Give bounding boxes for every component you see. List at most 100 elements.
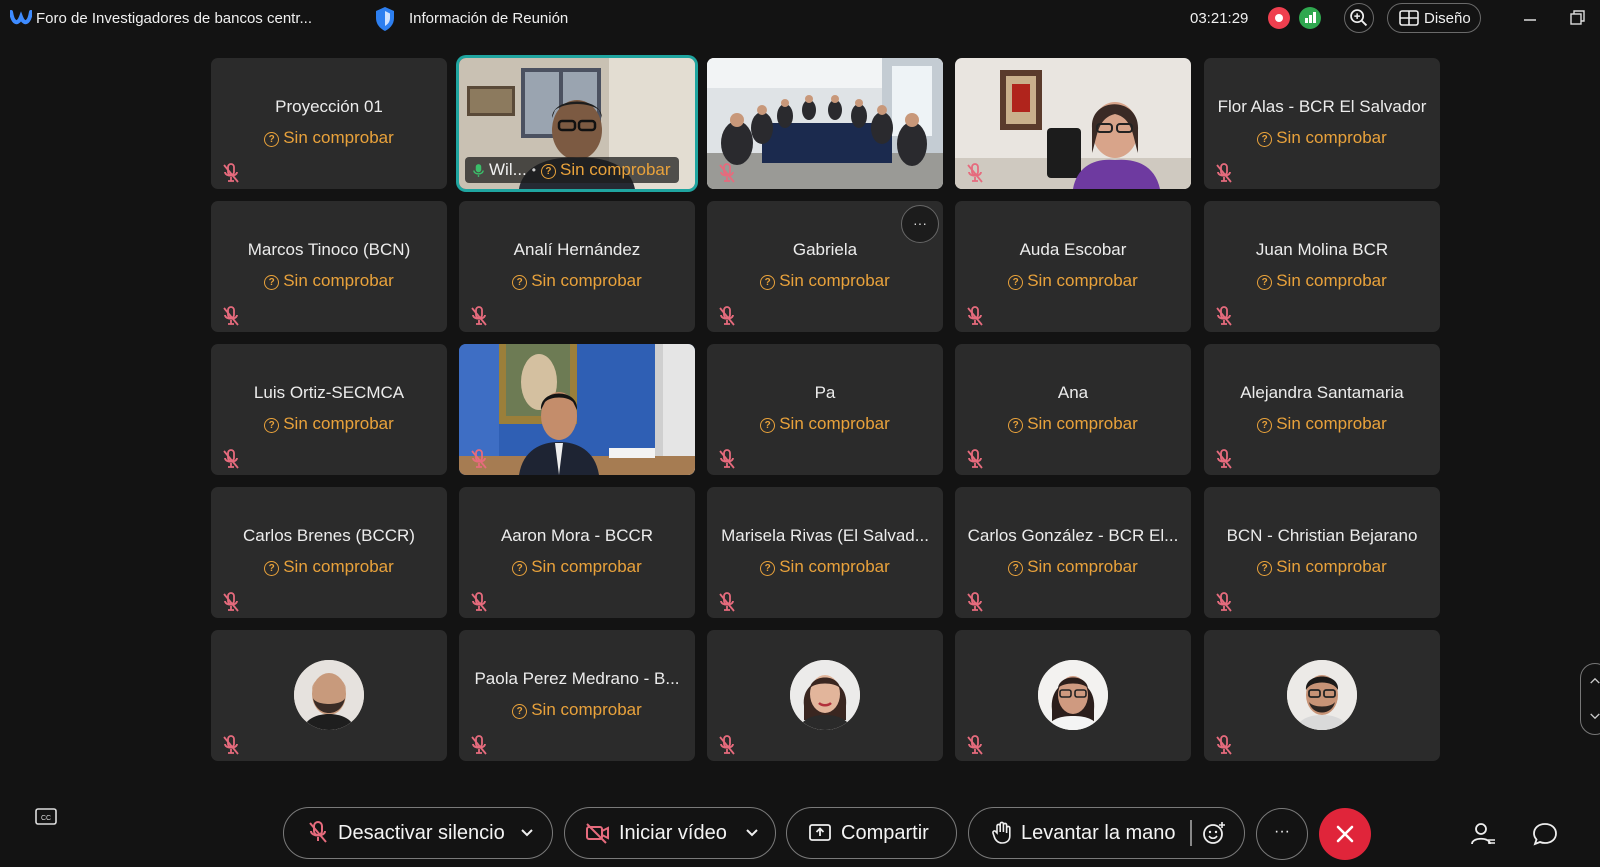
participant-name: Luis Ortiz-SECMCA — [253, 383, 405, 402]
participant-tile[interactable]: Alejandra Santamaria? Sin comprobar — [1204, 344, 1440, 475]
participant-name: Auda Escobar — [1019, 240, 1127, 259]
mic-muted-icon — [221, 448, 241, 470]
mic-muted-icon — [221, 305, 241, 327]
participant-tile[interactable]: Wil... •? Sin comprobar — [459, 58, 695, 189]
mic-muted-icon — [965, 162, 985, 184]
participants-icon[interactable] — [1469, 820, 1497, 848]
raise-hand-button[interactable]: Levantar la mano — [968, 807, 1245, 859]
start-video-label: Iniciar vídeo — [619, 822, 727, 844]
woman-glasses-avatar — [1038, 660, 1108, 730]
reactions-icon[interactable] — [1201, 820, 1227, 846]
participant-name: Carlos Brenes (BCCR) — [243, 526, 415, 545]
verification-status: ? Sin comprobar — [1204, 414, 1440, 434]
status-text: Sin comprobar — [1027, 271, 1138, 290]
participant-name: Marisela Rivas (El Salvad... — [721, 526, 929, 545]
mic-muted-icon — [1214, 591, 1234, 613]
question-icon: ? — [1257, 275, 1273, 290]
verification-status: ? Sin comprobar — [540, 160, 671, 180]
mic-muted-icon — [965, 734, 985, 756]
participant-name: Proyección 01 — [275, 97, 383, 116]
participant-tile[interactable]: Carlos González - BCR El...? Sin comproba… — [955, 487, 1191, 618]
layout-label: Diseño — [1424, 10, 1471, 27]
verification-status: ? Sin comprobar — [459, 700, 695, 720]
chevron-up-icon — [1590, 677, 1600, 684]
status-text: Sin comprobar — [779, 414, 890, 433]
mic-muted-icon — [469, 591, 489, 613]
verification-status: ? Sin comprobar — [211, 128, 447, 148]
mic-muted-icon — [221, 734, 241, 756]
participant-tile[interactable]: Analí Hernández? Sin comprobar — [459, 201, 695, 332]
mic-muted-icon — [717, 448, 737, 470]
tile-more-button[interactable]: ··· — [901, 205, 939, 243]
recording-icon[interactable] — [1268, 7, 1290, 29]
participant-tile[interactable]: Flor Alas - BCR El Salvador? Sin comproba… — [1204, 58, 1440, 189]
participant-tile[interactable]: BCN - Christian Bejarano? Sin comprobar — [1204, 487, 1440, 618]
restore-icon[interactable] — [1568, 8, 1588, 28]
layout-button[interactable]: Diseño — [1387, 3, 1481, 33]
chat-icon[interactable] — [1531, 820, 1559, 848]
question-icon: ? — [1008, 561, 1024, 576]
participant-tile[interactable]: Juan Molina BCR? Sin comprobar — [1204, 201, 1440, 332]
verification-status: ? Sin comprobar — [707, 557, 943, 577]
participant-tile[interactable] — [955, 58, 1191, 189]
question-icon: ? — [1257, 561, 1273, 576]
more-options-button[interactable]: ··· — [1256, 808, 1308, 860]
woman-avatar — [790, 660, 860, 730]
end-call-button[interactable] — [1319, 808, 1371, 860]
participant-tile[interactable] — [955, 630, 1191, 761]
participant-tile[interactable]: Marcos Tinoco (BCN)? Sin comprobar — [211, 201, 447, 332]
closed-captions-icon[interactable]: CC — [34, 805, 58, 829]
participant-tile[interactable] — [707, 630, 943, 761]
share-button[interactable]: Compartir — [786, 807, 957, 859]
status-text: Sin comprobar — [283, 414, 394, 433]
chevron-down-icon[interactable] — [745, 828, 759, 838]
minimize-icon[interactable] — [1520, 8, 1540, 28]
participant-tile[interactable]: Marisela Rivas (El Salvad... ? Sin comprob… — [707, 487, 943, 618]
participant-tile[interactable]: Pa? Sin comprobar — [707, 344, 943, 475]
participant-tile[interactable]: Carlos Brenes (BCCR)? Sin comprobar — [211, 487, 447, 618]
participant-name: Flor Alas - BCR El Salvador — [1217, 97, 1427, 116]
meeting-timer: 03:21:29 — [1190, 10, 1249, 27]
status-text: Sin comprobar — [531, 557, 642, 576]
verification-status: ? Sin comprobar — [955, 271, 1191, 291]
chevron-down-icon[interactable] — [520, 828, 534, 838]
video-off-icon — [586, 823, 609, 844]
man-glasses-avatar — [1287, 660, 1357, 730]
question-icon: ? — [512, 561, 528, 576]
start-video-button[interactable]: Iniciar vídeo — [564, 807, 776, 859]
participant-tile[interactable] — [707, 58, 943, 189]
verification-status: ? Sin comprobar — [707, 271, 943, 291]
participant-tile[interactable]: Aaron Mora - BCCR? Sin comprobar — [459, 487, 695, 618]
verification-status: ? Sin comprobar — [955, 414, 1191, 434]
participant-tile[interactable]: Ana? Sin comprobar — [955, 344, 1191, 475]
verification-status: ? Sin comprobar — [955, 557, 1191, 577]
webex-logo-icon — [10, 10, 32, 25]
participant-name: Analí Hernández — [513, 240, 641, 259]
mic-muted-icon — [1214, 162, 1234, 184]
participant-tile[interactable]: Gabriela? Sin comprobar ··· — [707, 201, 943, 332]
mic-muted-icon — [1214, 448, 1234, 470]
grid-scroll-handle[interactable] — [1580, 663, 1600, 735]
participant-tile[interactable]: Paola Perez Medrano - B...? Sin comprobar — [459, 630, 695, 761]
participant-tile[interactable]: Proyección 01 ? Sin comprobar — [211, 58, 447, 189]
zoom-button[interactable] — [1344, 3, 1374, 33]
question-icon: ? — [264, 561, 280, 576]
status-text: Sin comprobar — [1276, 128, 1387, 147]
unmute-button[interactable]: Desactivar silencio — [283, 807, 553, 859]
participant-tile[interactable] — [1204, 630, 1440, 761]
close-icon — [1336, 825, 1354, 843]
verification-status: ? Sin comprobar — [211, 271, 447, 291]
status-text: Sin comprobar — [283, 271, 394, 290]
participant-tile[interactable]: Auda Escobar ? Sin comprobar — [955, 201, 1191, 332]
status-text: Sin comprobar — [531, 271, 642, 290]
question-icon: ? — [264, 418, 280, 433]
meeting-info-link[interactable]: Información de Reunión — [409, 10, 568, 27]
signal-icon[interactable] — [1299, 7, 1321, 29]
participant-tile[interactable]: Luis Ortiz-SECMCA? Sin comprobar — [211, 344, 447, 475]
mic-muted-icon — [469, 305, 489, 327]
mic-muted-icon — [717, 162, 737, 184]
participant-tile[interactable] — [459, 344, 695, 475]
separator-dot: • — [531, 163, 536, 177]
participant-tile[interactable] — [211, 630, 447, 761]
unmute-label: Desactivar silencio — [338, 822, 505, 844]
